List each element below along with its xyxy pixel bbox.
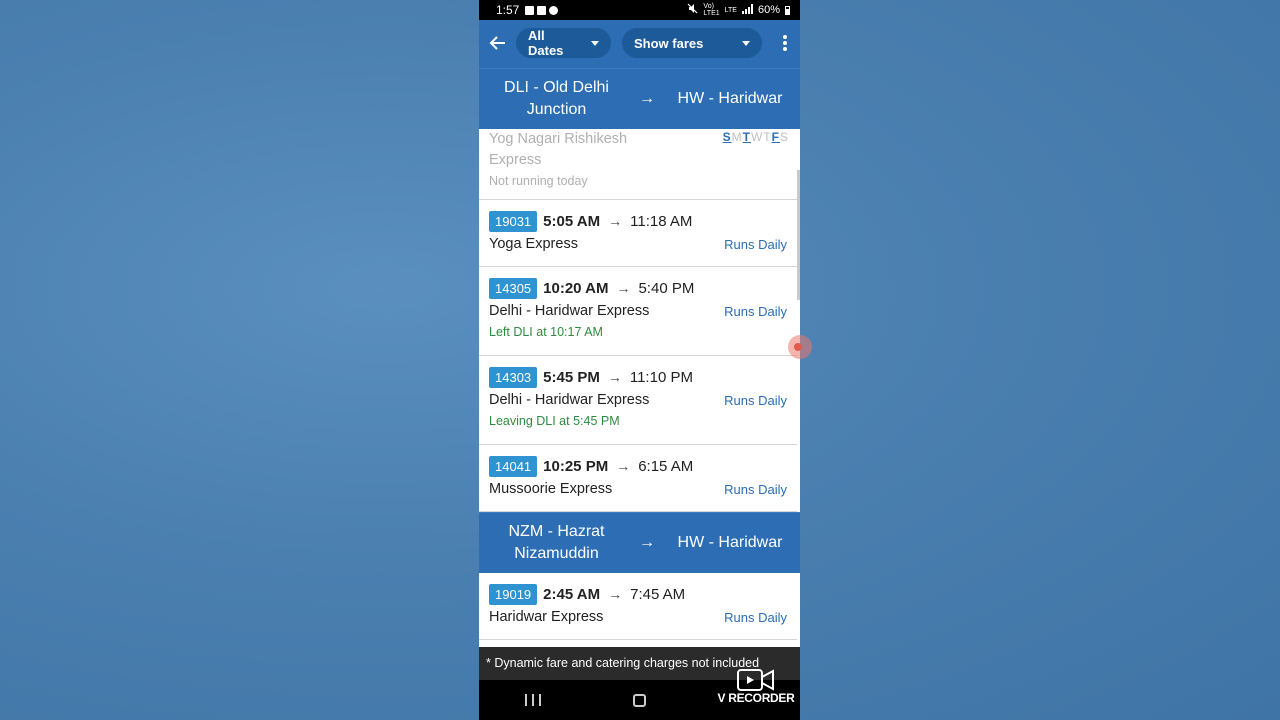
train-number-badge: 14305 — [489, 277, 538, 299]
runs-frequency: Runs Daily — [724, 303, 787, 319]
volte-indicator: Vo) LTE1 — [703, 3, 720, 17]
running-days: SMTWTFS — [723, 130, 789, 144]
check-box-icon — [537, 5, 547, 15]
departure-time: 5:05 AM — [543, 212, 601, 230]
battery-icon — [785, 5, 790, 15]
grid-apps-icon — [549, 5, 559, 15]
departure-time: 5:45 PM — [543, 368, 600, 386]
train-number-badge: 14041 — [489, 455, 538, 477]
live-status: Left DLI at 10:17 AM — [489, 325, 603, 339]
arrival-time: 5:40 PM — [638, 279, 695, 297]
status-bar: 1:57 Vo) LTE1 LTE 60% — [479, 0, 800, 20]
mute-icon — [687, 3, 698, 17]
arrow-right-icon: → — [639, 534, 655, 551]
phone-screen: 1:57 Vo) LTE1 LTE 60% All Dates Show far… — [479, 0, 800, 720]
runs-frequency: Runs Daily — [724, 481, 787, 497]
day-letter: T — [742, 130, 751, 144]
app-bar: All Dates Show fares — [479, 20, 800, 68]
lte-indicator: LTE — [724, 6, 737, 14]
date-filter-dropdown[interactable]: All Dates — [516, 28, 611, 58]
train-name: Delhi - Haridwar Express — [489, 303, 650, 319]
notification-icons — [525, 5, 559, 15]
arrow-right-icon: → — [607, 369, 622, 385]
caret-down-icon — [591, 40, 599, 46]
departure-time: 10:25 PM — [543, 457, 609, 475]
fare-filter-dropdown[interactable]: Show fares — [622, 28, 762, 58]
arrival-time: 6:15 AM — [638, 457, 694, 475]
battery-percent: 60% — [757, 4, 780, 16]
day-letter: W — [750, 130, 764, 144]
touch-indicator — [788, 335, 812, 359]
train-number-badge: 19019 — [489, 583, 538, 605]
runs-frequency: Runs Daily — [724, 392, 787, 408]
arrival-time: 7:45 AM — [630, 585, 686, 603]
route-origin: NZM - Hazrat Nizamuddin — [508, 523, 605, 562]
recorder-watermark: V RECORDER — [716, 668, 796, 714]
train-name: Yog Nagari Rishikesh Express — [489, 131, 628, 168]
signal-icon — [741, 3, 753, 17]
caret-down-icon — [742, 40, 750, 46]
route-header: DLI - Old Delhi Junction → HW - Haridwar — [479, 68, 800, 129]
back-arrow-icon[interactable] — [487, 32, 509, 54]
train-name: Haridwar Express — [489, 609, 604, 625]
day-letter: S — [722, 130, 732, 144]
runs-frequency: Runs Daily — [724, 236, 787, 252]
train-card[interactable]: 19019 2:45 AM → 7:45 AM Haridwar Express… — [479, 573, 797, 640]
arrow-right-icon: → — [616, 280, 631, 296]
home-icon[interactable] — [633, 693, 646, 707]
train-status: Not running today — [489, 174, 588, 188]
route-destination: HW - Haridwar — [677, 534, 783, 551]
train-card[interactable]: 14041 10:25 PM → 6:15 AM Mussoorie Expre… — [479, 445, 797, 512]
scrollbar[interactable] — [797, 170, 800, 300]
route-header: NZM - Hazrat Nizamuddin → HW - Haridwar — [479, 512, 800, 573]
date-filter-label: All Dates — [528, 28, 564, 58]
train-name: Yoga Express — [489, 236, 578, 252]
video-camera-icon — [737, 668, 775, 692]
arrival-time: 11:18 AM — [630, 212, 693, 230]
recorder-label: V RECORDER — [717, 691, 795, 705]
train-card[interactable]: 19031 5:05 AM → 11:18 AM Yoga Express Ru… — [479, 200, 797, 267]
arrow-right-icon: → — [608, 586, 623, 602]
train-number-badge: 14303 — [489, 366, 538, 388]
status-time: 1:57 — [496, 3, 520, 17]
day-letter: M — [731, 130, 743, 144]
recents-icon[interactable] — [525, 694, 541, 706]
arrow-right-icon: → — [639, 90, 655, 107]
arrival-time: 11:10 PM — [629, 368, 693, 386]
train-number-badge: 19031 — [489, 210, 538, 232]
departure-time: 2:45 AM — [543, 585, 601, 603]
departure-time: 10:20 AM — [543, 279, 609, 297]
more-vert-icon[interactable] — [782, 35, 788, 51]
train-card[interactable]: 14303 5:45 PM → 11:10 PM Delhi - Haridwa… — [479, 356, 797, 445]
day-letter: F — [771, 130, 780, 144]
day-letter: T — [763, 130, 772, 144]
live-status: Leaving DLI at 5:45 PM — [489, 414, 620, 428]
train-card[interactable]: 14305 10:20 AM → 5:40 PM Delhi - Haridwa… — [479, 267, 797, 356]
train-name: Mussoorie Express — [489, 481, 613, 497]
day-letter: S — [779, 130, 789, 144]
fare-filter-label: Show fares — [634, 35, 704, 51]
arrow-right-icon: → — [608, 213, 623, 229]
runs-frequency: Runs Daily — [724, 609, 787, 625]
train-name: Delhi - Haridwar Express — [489, 392, 650, 408]
arrow-right-icon: → — [616, 458, 631, 474]
train-card[interactable]: Yog Nagari Rishikesh Express SMTWTFS Not… — [479, 129, 797, 200]
route-origin: DLI - Old Delhi Junction — [504, 79, 609, 118]
video-call-icon — [525, 5, 535, 15]
route-destination: HW - Haridwar — [677, 90, 783, 107]
